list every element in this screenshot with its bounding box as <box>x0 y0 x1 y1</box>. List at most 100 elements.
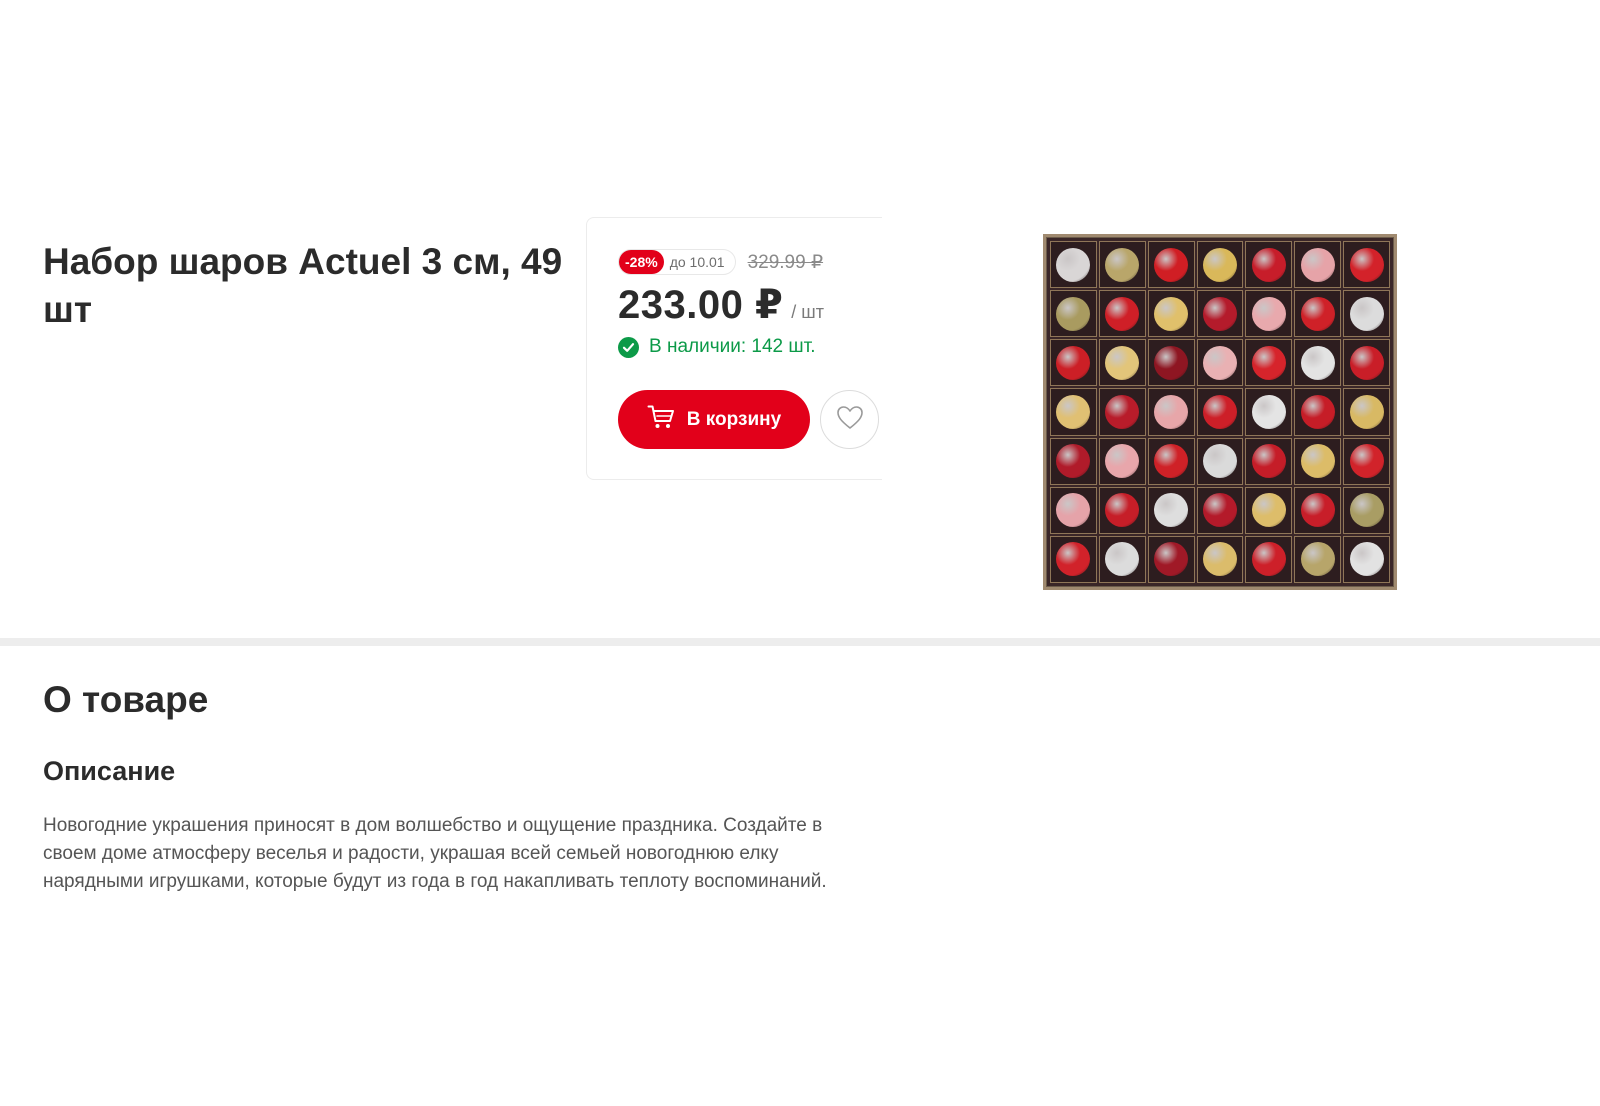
ornament-cell <box>1343 535 1390 583</box>
ornament-ball <box>1154 247 1189 282</box>
old-price: 329.99 ₽ <box>747 251 824 273</box>
ornament-cell <box>1294 388 1342 436</box>
add-to-favorites-button[interactable] <box>820 390 879 449</box>
ornament-cell <box>1098 290 1146 338</box>
ornament-ball <box>1251 247 1286 282</box>
check-circle-icon <box>618 336 639 358</box>
ornament-ball <box>1105 247 1140 282</box>
stock-status: В наличии: 142 шт. <box>618 336 816 358</box>
ornament-ball <box>1056 444 1091 479</box>
ornament-ball <box>1251 542 1286 577</box>
ornament-ball <box>1154 542 1189 577</box>
ornament-cell <box>1050 535 1097 583</box>
ornament-cell <box>1196 241 1244 289</box>
ornament-cell <box>1294 535 1342 583</box>
ornament-ball <box>1202 394 1237 429</box>
ornament-ball <box>1251 394 1286 429</box>
ornament-ball <box>1300 444 1335 479</box>
price-unit: / шт <box>791 302 824 322</box>
ornament-ball <box>1154 444 1189 479</box>
ornament-ball <box>1056 247 1091 282</box>
ornament-cell <box>1245 388 1293 436</box>
ornament-ball <box>1349 493 1384 528</box>
ornament-cell <box>1050 241 1097 289</box>
ornament-cell <box>1098 339 1146 387</box>
ornament-cell <box>1050 486 1097 534</box>
ornament-cell <box>1147 339 1195 387</box>
ornament-ball <box>1251 493 1286 528</box>
ornament-cell <box>1343 339 1390 387</box>
ornament-cell <box>1294 437 1342 485</box>
ornament-cell <box>1294 486 1342 534</box>
ornament-ball <box>1154 345 1189 380</box>
ornament-cell <box>1147 290 1195 338</box>
ornament-ball <box>1105 345 1140 380</box>
ornament-ball <box>1056 493 1091 528</box>
price-row: 233.00 ₽ / шт <box>618 282 824 328</box>
ornament-ball <box>1300 345 1335 380</box>
ornament-cell <box>1147 241 1195 289</box>
ornament-cell <box>1098 388 1146 436</box>
ornament-cell <box>1294 290 1342 338</box>
ornament-ball <box>1154 296 1189 331</box>
section-divider <box>0 638 1600 646</box>
description-title: Описание <box>43 756 176 786</box>
product-page: Набор шаров Actuel 3 см, 49 шт -28% до 1… <box>0 0 1600 1106</box>
ornament-cell <box>1343 241 1390 289</box>
ornament-cell <box>1098 437 1146 485</box>
product-title: Набор шаров Actuel 3 см, 49 шт <box>43 241 563 330</box>
ornament-ball <box>1105 542 1140 577</box>
description-text: Новогодние украшения приносят в дом волш… <box>43 815 827 892</box>
ornament-ball <box>1349 444 1384 479</box>
ornament-ball <box>1300 394 1335 429</box>
ornament-cell <box>1147 535 1195 583</box>
ornament-ball <box>1300 542 1335 577</box>
ornament-cell <box>1245 437 1293 485</box>
ornament-ball <box>1202 493 1237 528</box>
ornament-cell <box>1147 437 1195 485</box>
ornament-ball <box>1105 493 1140 528</box>
ornament-ball <box>1300 296 1335 331</box>
ornament-cell <box>1196 339 1244 387</box>
ornament-cell <box>1196 535 1244 583</box>
ornament-ball <box>1202 296 1237 331</box>
ornament-cell <box>1050 388 1097 436</box>
ornament-cell <box>1050 290 1097 338</box>
ornament-ball <box>1349 247 1384 282</box>
ornament-ball <box>1056 542 1091 577</box>
ornament-ball <box>1251 345 1286 380</box>
promo-pill: -28% до 10.01 <box>618 249 736 275</box>
add-to-cart-button[interactable]: В корзину <box>618 390 810 449</box>
ornament-cell <box>1098 486 1146 534</box>
discount-badge: -28% <box>619 250 664 274</box>
ornament-cell <box>1343 388 1390 436</box>
ornament-cell <box>1343 486 1390 534</box>
ornament-ball <box>1202 345 1237 380</box>
ornament-ball <box>1105 296 1140 331</box>
heart-icon <box>836 405 864 435</box>
ornament-ball <box>1349 394 1384 429</box>
ornament-ball <box>1349 345 1384 380</box>
ornament-cell <box>1050 437 1097 485</box>
ornament-ball <box>1300 247 1335 282</box>
ornament-cell <box>1245 535 1293 583</box>
ornament-cell <box>1294 241 1342 289</box>
ornament-ball <box>1251 296 1286 331</box>
promo-until-date: до 10.01 <box>669 254 725 270</box>
ornament-cell <box>1147 388 1195 436</box>
ornament-cell <box>1196 290 1244 338</box>
ornament-ball <box>1202 542 1237 577</box>
ornament-cell <box>1343 290 1390 338</box>
ornament-ball <box>1105 444 1140 479</box>
ornament-ball <box>1202 247 1237 282</box>
ornament-cell <box>1098 535 1146 583</box>
buy-box: -28% до 10.01 329.99 ₽ 233.00 ₽ / шт В н… <box>586 217 882 480</box>
cart-button-label: В корзину <box>686 408 782 430</box>
ornament-cell <box>1245 241 1293 289</box>
ornament-ball <box>1056 394 1091 429</box>
ornament-ball <box>1056 296 1091 331</box>
ornament-cell <box>1245 290 1293 338</box>
ornament-cell <box>1147 486 1195 534</box>
ornament-cell <box>1343 437 1390 485</box>
ornament-cell <box>1050 339 1097 387</box>
